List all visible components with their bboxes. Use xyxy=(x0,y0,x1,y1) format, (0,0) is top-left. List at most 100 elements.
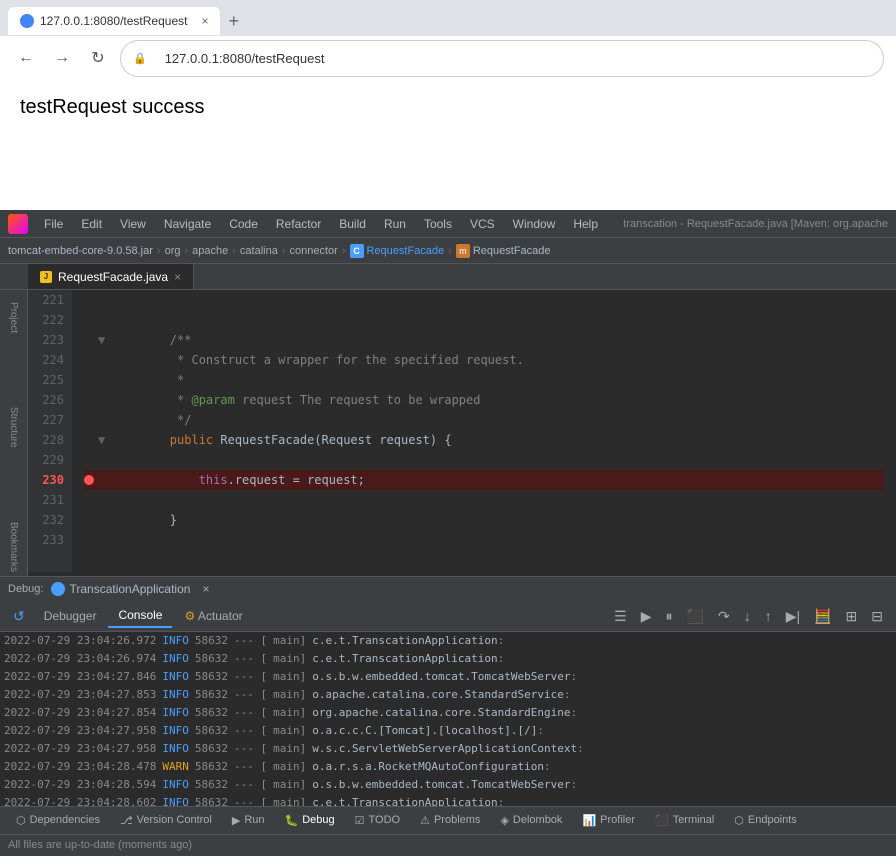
debug-restart-btn[interactable]: ↺ xyxy=(8,605,30,628)
breadcrumb-member-name[interactable]: RequestFacade xyxy=(473,245,551,257)
tab-bar: 127.0.0.1:8080/testRequest × + xyxy=(0,0,896,36)
terminal-icon: ⬛ xyxy=(655,814,669,827)
tab-filename: RequestFacade.java xyxy=(58,270,168,284)
breadcrumb-class-icon: C xyxy=(350,244,364,258)
code-content[interactable]: ▼ /** * Construct a wrapper for the spec… xyxy=(72,290,896,572)
debug-resume-btn[interactable]: ▶ xyxy=(636,605,657,628)
code-line-221 xyxy=(84,290,884,310)
code-line-227: */ xyxy=(84,410,884,430)
bottom-tab-terminal[interactable]: ⬛ Terminal xyxy=(647,810,722,831)
debug-icon: 🐛 xyxy=(285,814,299,827)
bottom-tab-vcs[interactable]: ⎇ Version Control xyxy=(112,810,220,831)
bottom-tab-dependencies[interactable]: ⬡ Dependencies xyxy=(8,810,108,831)
debug-step-out-btn[interactable]: ↑ xyxy=(760,605,777,628)
log-line: 2022-07-29 23:04:26.974INFO58632--- [ ma… xyxy=(0,650,896,668)
browser-tab[interactable]: 127.0.0.1:8080/testRequest × xyxy=(8,7,220,35)
breadcrumb-apache[interactable]: apache xyxy=(192,245,228,257)
line-numbers: 221 222 223 224 225 226 227 228 229 230 … xyxy=(28,290,72,572)
tab-requestfacade[interactable]: J RequestFacade.java × xyxy=(28,264,194,289)
bottom-tab-profiler[interactable]: 📊 Profiler xyxy=(574,810,643,831)
code-line-225: * xyxy=(84,370,884,390)
new-tab-button[interactable]: + xyxy=(220,7,247,36)
problems-icon: ⚠ xyxy=(420,814,430,827)
code-line-231 xyxy=(84,490,884,510)
log-line: 2022-07-29 23:04:28.602INFO58632--- [ ma… xyxy=(0,794,896,806)
tab-title: 127.0.0.1:8080/testRequest xyxy=(40,14,187,28)
bottom-tab-todo[interactable]: ☑ TODO xyxy=(347,810,408,831)
debugger-tab-btn[interactable]: Debugger xyxy=(34,605,107,627)
code-line-229 xyxy=(84,450,884,470)
log-line: 2022-07-29 23:04:26.972INFO58632--- [ ma… xyxy=(0,632,896,650)
code-line-232: } xyxy=(84,510,884,530)
bottom-tab-run[interactable]: ▶ Run xyxy=(224,810,273,831)
dependencies-icon: ⬡ xyxy=(16,814,26,827)
debug-settings-btn[interactable]: ☰ xyxy=(609,605,632,628)
debug-step-into-btn[interactable]: ↓ xyxy=(739,605,756,628)
menu-edit[interactable]: Edit xyxy=(73,215,110,233)
menu-help[interactable]: Help xyxy=(565,215,606,233)
ide-logo xyxy=(8,214,28,234)
code-editor[interactable]: 221 222 223 224 225 226 227 228 229 230 … xyxy=(28,290,896,572)
ide-window: File Edit View Navigate Code Refactor Bu… xyxy=(0,210,896,770)
profiler-icon: 📊 xyxy=(582,814,596,827)
forward-button[interactable]: → xyxy=(48,44,76,72)
debug-stop-btn[interactable]: ⬛ xyxy=(682,605,709,628)
project-panel-btn[interactable]: Project xyxy=(6,298,21,337)
console-log-area[interactable]: 2022-07-29 23:04:26.972INFO58632--- [ ma… xyxy=(0,632,896,806)
debug-app-name: TranscationApplication xyxy=(69,582,190,596)
log-line: 2022-07-29 23:04:27.958INFO58632--- [ ma… xyxy=(0,740,896,758)
menu-navigate[interactable]: Navigate xyxy=(156,215,219,233)
debug-step-over-btn[interactable]: ↷ xyxy=(713,605,735,628)
log-line: 2022-07-29 23:04:27.853INFO58632--- [ ma… xyxy=(0,686,896,704)
debug-action-btns: ☰ ▶ ⏸ ⬛ ↷ ↓ ↑ ▶| 🧮 ⊞ ⊟ xyxy=(609,605,888,628)
debug-frames-btn[interactable]: ⊞ xyxy=(841,605,863,628)
console-tab-btn[interactable]: Console xyxy=(108,604,172,628)
menu-build[interactable]: Build xyxy=(331,215,374,233)
breadcrumb-jar[interactable]: tomcat-embed-core-9.0.58.jar xyxy=(8,245,153,257)
bottom-tab-delombok[interactable]: ◈ Delombok xyxy=(492,810,570,831)
tab-close-btn[interactable]: × xyxy=(174,270,181,284)
bottom-tab-endpoints[interactable]: ⬡ Endpoints xyxy=(726,810,805,831)
address-input[interactable] xyxy=(151,45,871,72)
refresh-button[interactable]: ↻ xyxy=(84,44,112,72)
menu-code[interactable]: Code xyxy=(221,215,266,233)
ide-status-bar: All files are up-to-date (moments ago) xyxy=(0,834,896,856)
bottom-tab-problems[interactable]: ⚠ Problems xyxy=(412,810,488,831)
bottom-tab-debug[interactable]: 🐛 Debug xyxy=(277,810,343,831)
breadcrumb-catalina[interactable]: catalina xyxy=(240,245,278,257)
breadcrumb-org[interactable]: org xyxy=(165,245,181,257)
log-line: 2022-07-29 23:04:28.478WARN58632--- [ ma… xyxy=(0,758,896,776)
menu-refactor[interactable]: Refactor xyxy=(268,215,329,233)
debug-label: Debug: xyxy=(8,583,43,595)
menu-file[interactable]: File xyxy=(36,215,71,233)
breadcrumb-connector[interactable]: connector xyxy=(290,245,338,257)
actuator-tab-btn[interactable]: ⚙ Actuator xyxy=(174,605,252,627)
back-button[interactable]: ← xyxy=(12,44,40,72)
ide-bottom-bar: ⬡ Dependencies ⎇ Version Control ▶ Run 🐛… xyxy=(0,806,896,834)
debug-app-tab[interactable]: TranscationApplication xyxy=(51,582,190,596)
debug-evaluate-btn[interactable]: 🧮 xyxy=(809,605,836,628)
debug-run-cursor-btn[interactable]: ▶| xyxy=(781,605,805,628)
ide-breadcrumb: tomcat-embed-core-9.0.58.jar › org › apa… xyxy=(0,238,896,264)
menu-window[interactable]: Window xyxy=(505,215,564,233)
structure-panel-btn[interactable]: Structure xyxy=(6,403,21,452)
status-text: All files are up-to-date (moments ago) xyxy=(8,839,192,851)
address-bar: ← → ↻ 🔒 xyxy=(0,36,896,80)
ide-left-panel: Project Structure Bookmarks xyxy=(0,290,28,576)
menu-run[interactable]: Run xyxy=(376,215,414,233)
tab-java-icon: J xyxy=(40,271,52,283)
debug-tabs: Debugger Console ⚙ Actuator xyxy=(34,604,253,628)
menu-vcs[interactable]: VCS xyxy=(462,215,503,233)
breadcrumb-class-name[interactable]: RequestFacade xyxy=(367,245,445,257)
debug-threads-btn[interactable]: ⊟ xyxy=(866,605,888,628)
tab-favicon xyxy=(20,14,34,28)
menu-tools[interactable]: Tools xyxy=(416,215,460,233)
debug-pause-btn[interactable]: ⏸ xyxy=(661,605,678,628)
bookmarks-panel-btn[interactable]: Bookmarks xyxy=(6,518,21,576)
menu-view[interactable]: View xyxy=(112,215,154,233)
debug-app-close[interactable]: × xyxy=(202,582,209,596)
log-line: 2022-07-29 23:04:27.854INFO58632--- [ ma… xyxy=(0,704,896,722)
code-line-228: ▼ public RequestFacade(Request request) … xyxy=(84,430,884,450)
ide-window-title: transcation - RequestFacade.java [Maven:… xyxy=(623,218,888,230)
tab-close-btn[interactable]: × xyxy=(201,14,208,28)
